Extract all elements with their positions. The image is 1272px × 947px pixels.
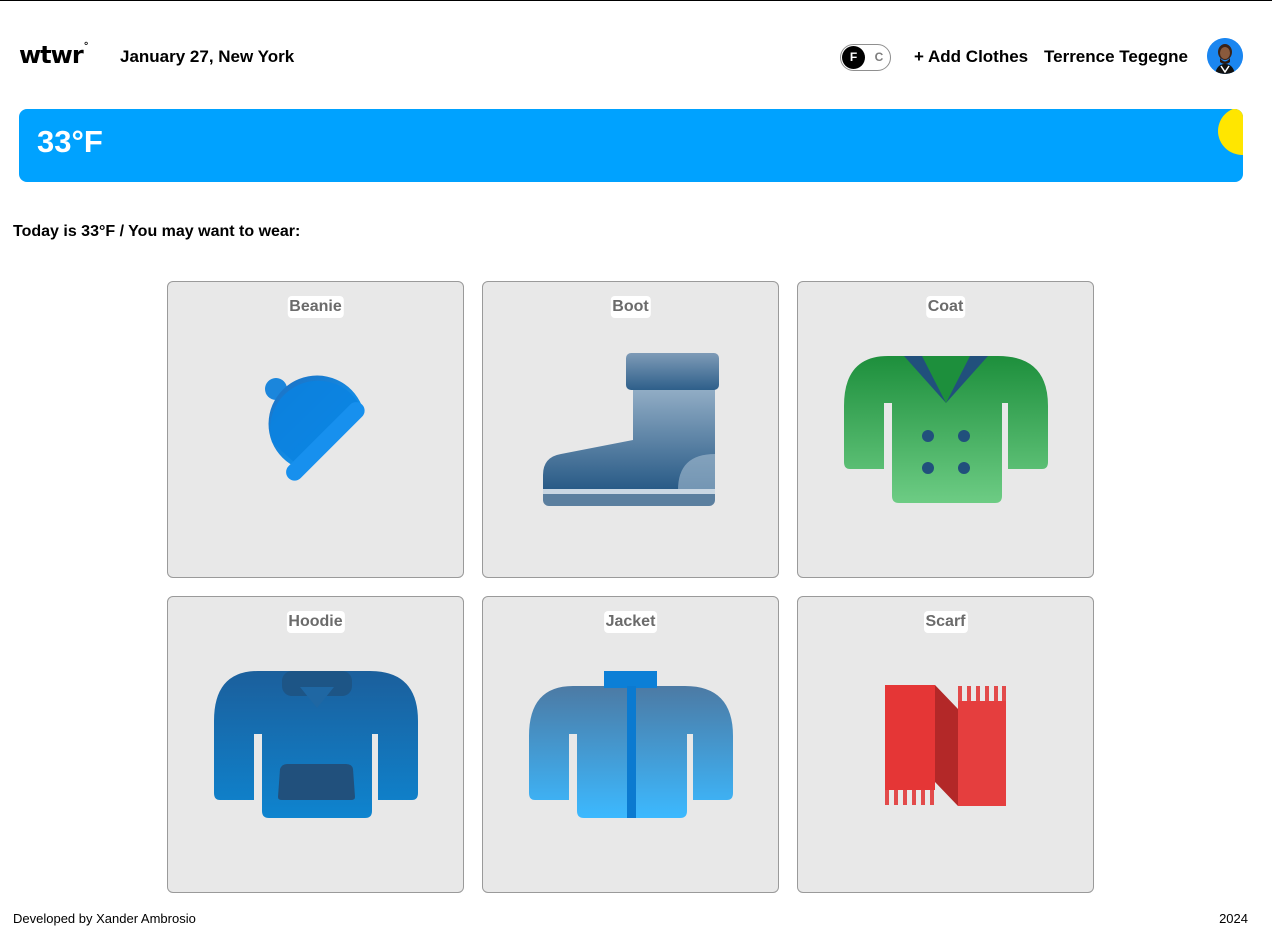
date-location: January 27, New York [120, 47, 295, 66]
boot-icon [543, 353, 719, 506]
item-card-label: Coat [925, 296, 966, 318]
item-card-hoodie[interactable]: Hoodie [167, 596, 464, 893]
logo-text: wtwr [19, 41, 84, 69]
item-card-label: Jacket [603, 611, 658, 633]
footer-year: 2024 [1219, 911, 1248, 926]
logo-mark: ° [83, 41, 89, 52]
temperature-unit-toggle[interactable]: F C [840, 44, 891, 71]
weather-temperature: 33°F [37, 124, 103, 159]
hoodie-icon [214, 671, 418, 818]
logo[interactable]: wtwr° [19, 41, 89, 69]
sun-icon [1218, 109, 1243, 155]
jacket-icon [529, 671, 733, 818]
user-name[interactable]: Terrence Tegegne [1044, 47, 1188, 67]
add-clothes-button[interactable]: + Add Clothes [914, 47, 1028, 67]
unit-option-selected[interactable]: F [842, 46, 865, 69]
item-card-coat[interactable]: Coat [797, 281, 1094, 578]
avatar-image [1207, 38, 1243, 74]
header: wtwr° January 27, New York F C + Add Clo… [0, 1, 1272, 111]
unit-option-other[interactable]: C [870, 46, 888, 69]
avatar[interactable] [1207, 38, 1243, 74]
item-card-label: Boot [610, 296, 651, 318]
item-card-label: Beanie [287, 296, 344, 318]
clothing-suggestion-text: Today is 33°F / You may want to wear: [13, 223, 301, 240]
item-card-label: Scarf [923, 611, 968, 633]
item-card-beanie[interactable]: Beanie [167, 281, 464, 578]
weather-card: 33°F [19, 109, 1243, 182]
item-card-label: Hoodie [286, 611, 345, 633]
beanie-icon [265, 375, 365, 481]
item-card-scarf[interactable]: Scarf [797, 596, 1094, 893]
coat-icon [844, 356, 1048, 503]
footer-credit: Developed by Xander Ambrosio [13, 911, 196, 926]
scarf-icon [885, 685, 1006, 806]
item-card-boot[interactable]: Boot [482, 281, 779, 578]
item-card-jacket[interactable]: Jacket [482, 596, 779, 893]
